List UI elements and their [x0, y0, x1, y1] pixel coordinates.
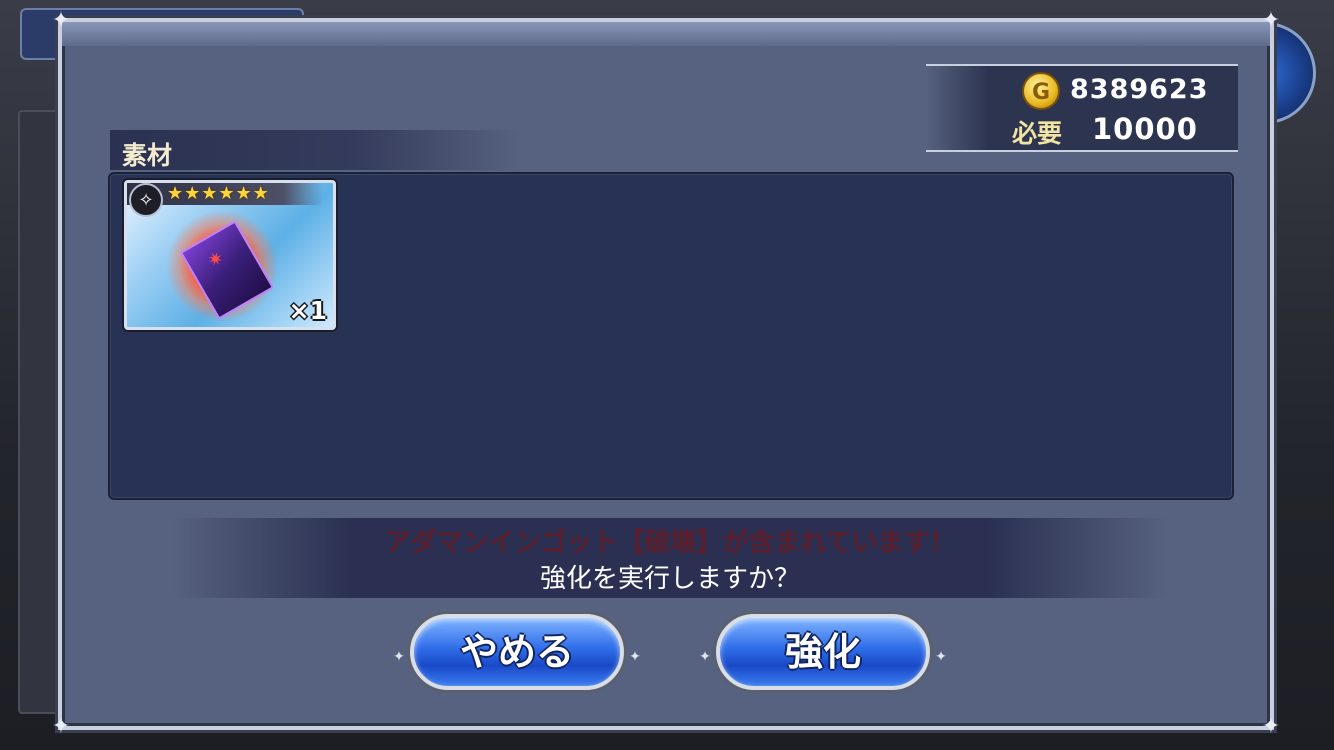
enhance-button-label: 強化 — [784, 630, 861, 674]
flare-icon: ✦ — [393, 649, 405, 665]
emblem-icon: ✷ — [204, 246, 228, 273]
corner-ornament-icon: ✦ — [1261, 714, 1281, 739]
flare-icon: ✦ — [935, 649, 947, 665]
enhance-confirm-dialog: ✦ ✦ ✦ ✦ G 8389623 必要 10000 素材 ✧ ★★★★★★ ✷… — [52, 8, 1280, 739]
cancel-button-label: やめる — [459, 630, 574, 674]
confirm-text: 強化を実行しますか？ — [539, 564, 800, 594]
flare-icon: ✦ — [699, 649, 711, 665]
required-label: 必要 — [1012, 119, 1063, 148]
cancel-button[interactable]: ✦ やめる ✦ — [393, 614, 641, 690]
rarity-stars: ★★★★★★ — [167, 183, 270, 204]
current-gold: 8389623 — [1070, 74, 1209, 105]
required-gold: 10000 — [1092, 112, 1198, 146]
corner-ornament-icon: ✦ — [51, 714, 71, 739]
gold-cost-panel: G 8389623 必要 10000 — [926, 64, 1238, 152]
materials-title: 素材 — [122, 141, 173, 170]
enhance-button[interactable]: ✦ 強化 ✦ — [699, 614, 947, 690]
materials-header: 素材 — [110, 130, 520, 170]
message-band: アダマンインゴット【破壊】が含まれています！ 強化を実行しますか？ — [172, 518, 1168, 598]
item-count: ×1 — [288, 296, 327, 325]
gold-coin-icon: G — [1022, 72, 1060, 110]
item-type-icon: ✧ — [129, 183, 163, 217]
corner-ornament-icon: ✦ — [1261, 8, 1281, 33]
corner-ornament-icon: ✦ — [51, 8, 71, 33]
material-item-card[interactable]: ✧ ★★★★★★ ✷ ×1 — [124, 180, 336, 330]
flare-icon: ✦ — [629, 649, 641, 665]
warning-text: アダマンインゴット【破壊】が含まれています！ — [384, 528, 956, 558]
